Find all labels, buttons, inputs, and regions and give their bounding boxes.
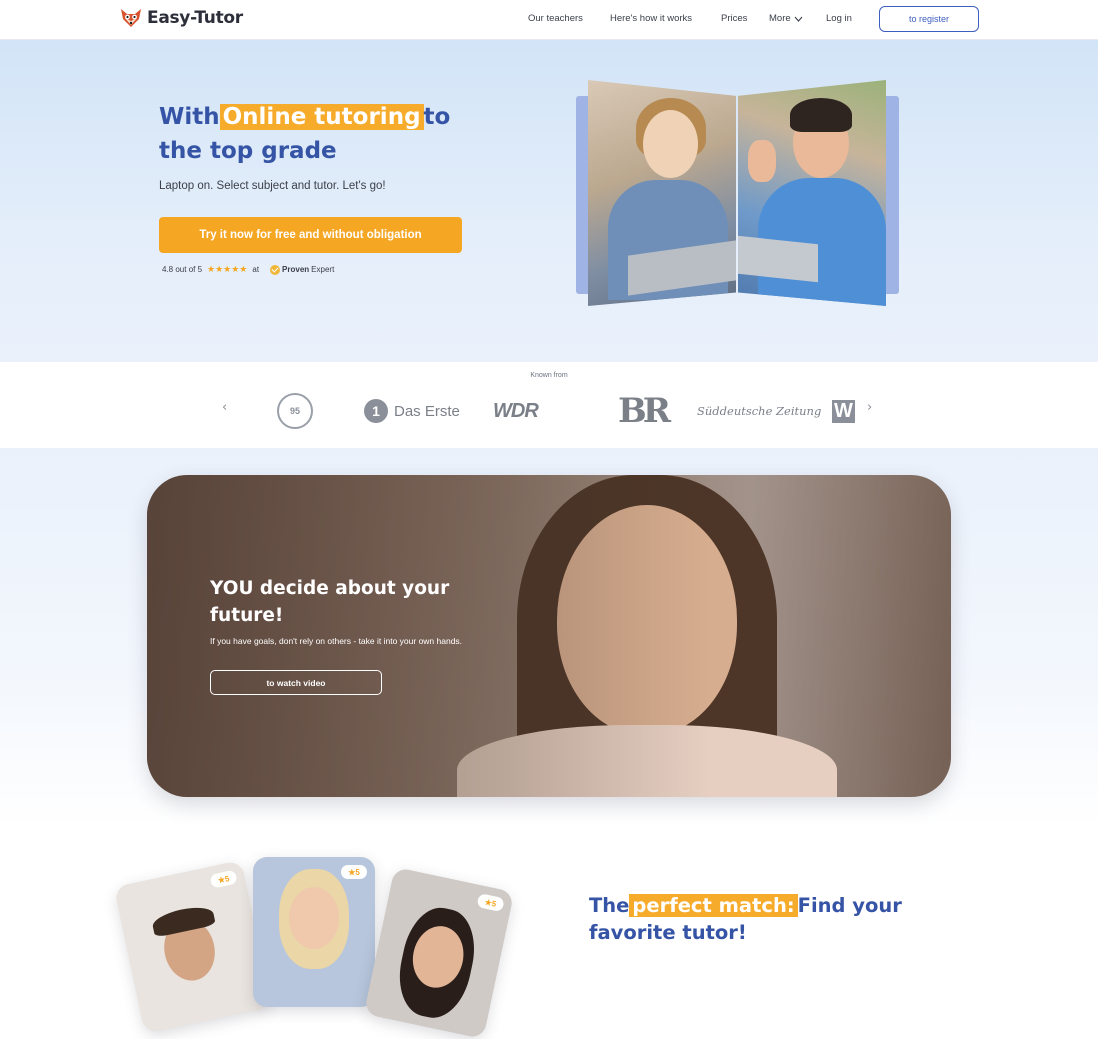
tutor-card[interactable]: ★5 xyxy=(113,860,273,1034)
logo-w: W xyxy=(832,394,855,428)
student-photo xyxy=(588,80,736,306)
proven-label: Proven xyxy=(282,265,310,274)
das-erste-icon: 1 xyxy=(364,399,388,423)
nav-our-teachers[interactable]: Our teachers xyxy=(528,13,583,24)
video-title: YOU decide about your future! xyxy=(210,578,450,626)
f95-logo: 95 xyxy=(277,393,313,429)
hero-subtitle: Laptop on. Select subject and tutor. Let… xyxy=(159,180,386,192)
tutor-card[interactable]: ★5 xyxy=(253,857,375,1007)
try-free-button[interactable]: Try it now for free and without obligati… xyxy=(159,217,462,253)
tutor-avatar xyxy=(289,887,339,949)
laptop-image xyxy=(738,235,818,283)
rating-badge: ★5 xyxy=(209,869,238,889)
check-badge-icon xyxy=(270,264,281,275)
logo-wdr: WDR xyxy=(493,399,539,422)
fox-logo-icon xyxy=(121,9,141,27)
proven-expert-badge[interactable]: Proven Expert xyxy=(270,264,335,275)
tutor-title-pre: The xyxy=(589,894,630,917)
rating-at: at xyxy=(252,265,260,274)
nav-more-label: More xyxy=(769,13,791,24)
hero-title-pre: With xyxy=(159,104,220,130)
student-face xyxy=(643,110,698,178)
logo-fortuna-95: 95 xyxy=(277,393,313,429)
hero-section xyxy=(0,40,1098,362)
book-cover-left xyxy=(576,96,590,294)
expert-label: Expert xyxy=(311,265,335,274)
video-subtitle: If you have goals, don't rely on others … xyxy=(210,636,463,646)
brand-name: Easy-Tutor xyxy=(147,8,243,28)
logo[interactable]: Easy-Tutor xyxy=(119,6,243,30)
logo-br: BR xyxy=(618,391,671,431)
nav-log-in[interactable]: Log in xyxy=(826,13,852,24)
tutor-section-title: The perfect match: Find your favorite tuto… xyxy=(589,892,989,946)
nav-prices[interactable]: Prices xyxy=(721,13,747,24)
nav-more[interactable]: More xyxy=(769,13,803,24)
logo-sueddeutsche: Süddeutsche Zeitung xyxy=(697,404,822,418)
chevron-right-icon[interactable]: › xyxy=(867,400,872,415)
rating-badge: ★5 xyxy=(341,865,367,879)
logo-das-erste: 1 Das Erste xyxy=(364,394,460,428)
tutor-hand xyxy=(748,140,776,182)
rating-row: 4.8 out of 5 ★★★★★ at Proven Expert xyxy=(162,264,334,275)
rating-text: 4.8 out of 5 xyxy=(162,265,203,274)
hero-book-image xyxy=(576,78,899,308)
hero-title: With Online tutoring to the top grade xyxy=(159,100,489,168)
tutor-title-highlight: perfect match: xyxy=(629,894,798,917)
known-from-title: Known from xyxy=(530,372,568,379)
known-from-section: Known from ‹ 95 1 Das Erste WDR BR Südde… xyxy=(0,362,1098,448)
register-button[interactable]: to register xyxy=(879,6,979,32)
tutor-hair xyxy=(790,98,852,132)
watch-video-button[interactable]: to watch video xyxy=(210,670,382,695)
rating-badge: ★5 xyxy=(476,893,505,913)
w-logo: W xyxy=(832,399,855,423)
tutor-photo xyxy=(738,80,886,306)
hero-title-highlight: Online tutoring xyxy=(219,104,424,130)
chevron-down-icon xyxy=(794,16,803,22)
das-erste-label: Das Erste xyxy=(394,402,460,420)
book-cover-right xyxy=(885,96,899,294)
chevron-left-icon[interactable]: ‹ xyxy=(222,400,227,415)
rating-stars: ★★★★★ xyxy=(207,264,248,274)
tutor-card[interactable]: ★5 xyxy=(363,866,515,1039)
top-nav: Easy-Tutor Our teachers Here's how it wo… xyxy=(0,0,1098,40)
nav-how-it-works[interactable]: Here's how it works xyxy=(610,13,692,24)
